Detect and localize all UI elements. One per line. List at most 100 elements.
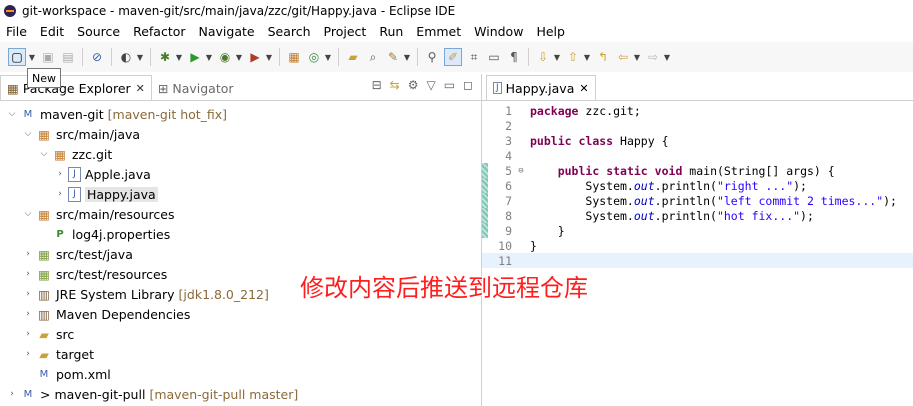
link-with-editor-icon[interactable]: ⇆	[390, 78, 400, 92]
next-annotation-dropdown-icon[interactable]: ▼	[553, 53, 561, 62]
tree-item-maven-git[interactable]: ⌵ M maven-git [maven-git hot_fix]	[0, 104, 481, 124]
collapsed-chevron-icon[interactable]: ›	[22, 249, 34, 259]
save-icon[interactable]: ▣	[40, 49, 56, 65]
tree-item-zzc-git[interactable]: ⌵ ▦ zzc.git	[0, 144, 481, 164]
previous-annotation-icon[interactable]: ⇧	[565, 49, 581, 65]
next-annotation-icon[interactable]: ⇩	[535, 49, 551, 65]
code-fragment: System.	[585, 193, 634, 208]
collapsed-chevron-icon[interactable]: ›	[54, 169, 66, 179]
tree-item-target[interactable]: › ▰ target	[0, 344, 481, 364]
external-tools-icon[interactable]: ▶	[247, 49, 263, 65]
close-icon[interactable]: ✕	[579, 82, 588, 95]
collapsed-chevron-icon[interactable]: ›	[22, 329, 34, 339]
coverage-icon[interactable]: ◉	[217, 49, 233, 65]
code-text: }	[530, 223, 565, 238]
back-dropdown-icon[interactable]: ▼	[633, 53, 641, 62]
toggle-mark-occurrences-icon[interactable]: ✐	[444, 48, 462, 66]
menu-search[interactable]: Search	[262, 24, 318, 39]
new-dropdown-arrow-icon[interactable]: ▼	[28, 53, 36, 62]
view-menu-icon[interactable]: ▽	[426, 78, 435, 92]
menu-run[interactable]: Run	[373, 24, 410, 39]
toolbar-separator	[111, 48, 112, 66]
maximize-icon[interactable]: ◻	[463, 78, 473, 92]
collapsed-chevron-icon[interactable]: ›	[54, 189, 66, 199]
forward-dropdown-icon[interactable]: ▼	[663, 53, 671, 62]
expand-chevron-icon[interactable]: ⌵	[22, 209, 34, 219]
code-fragment: );	[793, 178, 807, 193]
back-icon[interactable]: ⇦	[615, 49, 631, 65]
tree-item-maven-git-pull[interactable]: › M > maven-git-pull [maven-git-pull mas…	[0, 384, 481, 404]
tree-item-maven-dependencies[interactable]: › ▥ Maven Dependencies	[0, 304, 481, 324]
new-java-class-icon[interactable]: ◎	[306, 49, 322, 65]
navigator-icon: ⊞	[157, 80, 169, 96]
git-icon[interactable]: ✎	[385, 49, 401, 65]
minimize-icon[interactable]: ▭	[444, 78, 455, 92]
forward-icon[interactable]: ⇨	[645, 49, 661, 65]
new-icon[interactable]: ▢	[8, 48, 26, 66]
collapsed-chevron-icon[interactable]: ›	[22, 309, 34, 319]
code-text: System.out.println("hot fix...");	[526, 209, 814, 223]
close-icon[interactable]: ✕	[136, 82, 145, 95]
tree-item-label: Maven Dependencies	[56, 306, 191, 322]
tree-item-log4j-properties[interactable]: P log4j.properties	[0, 224, 481, 244]
collapsed-chevron-icon[interactable]: ›	[22, 269, 34, 279]
coverage-dropdown-icon[interactable]: ▼	[235, 53, 243, 62]
run-icon[interactable]: ▶	[187, 49, 203, 65]
tree-item-label: maven-git	[40, 106, 104, 122]
source-folder-icon: ▦	[38, 206, 50, 222]
open-type-icon[interactable]: ▰	[345, 49, 361, 65]
menu-help[interactable]: Help	[530, 24, 572, 39]
collapsed-chevron-icon[interactable]: ›	[22, 349, 34, 359]
tree-item-apple-java[interactable]: › J Apple.java	[0, 164, 481, 184]
menu-navigate[interactable]: Navigate	[193, 24, 262, 39]
tree-item-src-main-resources[interactable]: ⌵ ▦ src/main/resources	[0, 204, 481, 224]
collapsed-chevron-icon[interactable]: ›	[22, 289, 34, 299]
menu-project[interactable]: Project	[318, 24, 374, 39]
expand-chevron-icon[interactable]: ⌵	[22, 129, 34, 139]
git-dropdown-icon[interactable]: ▼	[403, 53, 411, 62]
expand-chevron-icon[interactable]: ⌵	[6, 109, 18, 119]
menu-file[interactable]: File	[0, 24, 34, 39]
block-selection-icon[interactable]: ⌗	[466, 49, 482, 65]
fold-collapse-icon[interactable]: ⊖	[516, 166, 526, 176]
test-source-folder-icon: ▦	[38, 266, 50, 282]
collapse-all-icon[interactable]: ⊟	[372, 78, 382, 92]
save-all-icon[interactable]: ▤	[60, 49, 76, 65]
code-text: }	[530, 238, 537, 253]
tree-item-src[interactable]: › ▰ src	[0, 324, 481, 344]
tab-happy-java[interactable]: J Happy.java ✕	[486, 75, 596, 100]
debug-dropdown-icon[interactable]: ▼	[175, 53, 183, 62]
new-class-dropdown-icon[interactable]: ▼	[324, 53, 332, 62]
search-icon[interactable]: ⌕	[365, 49, 381, 65]
external-tools-dropdown-icon[interactable]: ▼	[265, 53, 273, 62]
collapsed-chevron-icon[interactable]: ›	[6, 389, 18, 399]
new-java-package-icon[interactable]: ▦	[286, 49, 302, 65]
web-browser-icon[interactable]: ◐	[118, 49, 134, 65]
tree-item-decoration: [maven-git hot_fix]	[107, 106, 228, 122]
tree-item-pom-xml[interactable]: M pom.xml	[0, 364, 481, 384]
code-fragment: );	[800, 208, 814, 223]
previous-annotation-dropdown-icon[interactable]: ▼	[583, 53, 591, 62]
menu-window[interactable]: Window	[468, 24, 530, 39]
last-edit-location-icon[interactable]: ↰	[595, 49, 611, 65]
maven-project-icon: M	[23, 108, 33, 120]
web-browser-dropdown-icon[interactable]: ▼	[136, 53, 144, 62]
toggle-ant-icon[interactable]: ⚲	[424, 49, 440, 65]
menu-edit[interactable]: Edit	[34, 24, 71, 39]
expand-chevron-icon[interactable]: ⌵	[38, 149, 50, 159]
debug-icon[interactable]: ✱	[157, 49, 173, 65]
tree-item-src-test-java[interactable]: › ▦ src/test/java	[0, 244, 481, 264]
show-whitespace-icon[interactable]: ¶	[506, 49, 522, 65]
tree-item-happy-java[interactable]: › J Happy.java	[0, 184, 481, 204]
tab-package-explorer[interactable]: ▦ Package Explorer ✕	[0, 75, 152, 100]
menu-refactor[interactable]: Refactor	[127, 24, 192, 39]
toggle-word-wrap-icon[interactable]: ▭	[486, 49, 502, 65]
run-dropdown-icon[interactable]: ▼	[205, 53, 213, 62]
code-editor[interactable]: 1 package zzc.git; 2 3 public class Happ…	[482, 101, 913, 268]
skip-breakpoints-icon[interactable]: ⊘	[89, 49, 105, 65]
menu-source[interactable]: Source	[71, 24, 127, 39]
menu-emmet[interactable]: Emmet	[410, 24, 468, 39]
tab-navigator[interactable]: ⊞ Navigator	[152, 76, 240, 100]
tree-item-src-main-java[interactable]: ⌵ ▦ src/main/java	[0, 124, 481, 144]
focus-on-active-task-icon[interactable]: ⚙	[408, 78, 419, 92]
